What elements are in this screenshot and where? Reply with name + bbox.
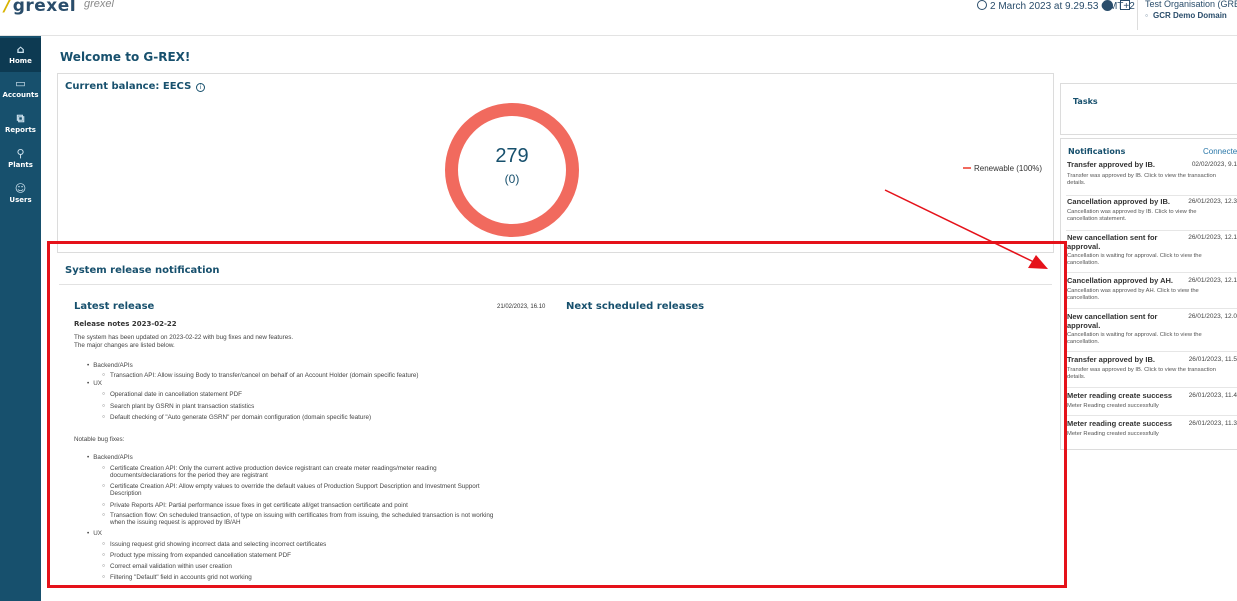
home-icon: ⌂: [16, 43, 25, 56]
notification-date: 26/01/2023, 11.5: [1188, 356, 1237, 363]
notification-item[interactable]: Meter reading create success 26/01/2023,…: [1066, 419, 1237, 444]
nav-users[interactable]: ☺ Users: [0, 177, 41, 211]
notification-date: 26/01/2023, 11.3: [1188, 420, 1237, 427]
tasks-card: [1060, 83, 1237, 135]
notification-item[interactable]: Transfer approved by IB. 26/01/2023, 11.…: [1066, 355, 1237, 388]
notification-title: Transfer approved by IB.: [1067, 160, 1155, 169]
notification-item[interactable]: Cancellation approved by AH. 26/01/2023,…: [1066, 276, 1237, 309]
notification-body: Meter Reading created successfully: [1067, 403, 1159, 409]
nav-accounts[interactable]: ▭ Accounts: [0, 72, 41, 106]
notification-date: 26/01/2023, 11.4: [1188, 392, 1237, 399]
nav-reports-label: Reports: [5, 126, 36, 134]
notifications-title: Notifications: [1068, 147, 1126, 156]
notification-date: 26/01/2023, 12.0: [1188, 313, 1237, 320]
folder-icon: ▭: [15, 77, 26, 90]
notification-date: 02/02/2023, 9.1: [1191, 161, 1237, 168]
notification-item[interactable]: Meter reading create success 26/01/2023,…: [1066, 391, 1237, 416]
nav-plants-label: Plants: [8, 161, 33, 169]
globe-icon[interactable]: [1102, 0, 1113, 11]
notification-title: New cancellation sent for approval.: [1067, 233, 1158, 251]
notification-title: Cancellation approved by AH.: [1067, 276, 1173, 285]
page-title: Welcome to G-REX!: [60, 50, 191, 64]
annotation-arrow-icon: [884, 189, 1048, 269]
plant-icon: ⚲: [16, 147, 25, 160]
notification-body: Cancellation is waiting for approval. Cl…: [1067, 332, 1202, 345]
nav-accounts-label: Accounts: [2, 91, 39, 99]
notification-date: 26/01/2023, 12.1: [1188, 277, 1237, 284]
notification-body: Transfer was approved by IB. Click to vi…: [1067, 173, 1216, 186]
notification-item[interactable]: Transfer approved by IB. 02/02/2023, 9.1…: [1066, 160, 1237, 196]
balance-value: 279: [495, 145, 529, 167]
window-icon[interactable]: [1120, 0, 1130, 10]
balance-title: Current balance: EECS i: [65, 81, 206, 92]
notification-title: New cancellation sent for approval.: [1067, 312, 1158, 330]
notification-item[interactable]: New cancellation sent for approval. 26/0…: [1066, 312, 1237, 352]
notification-item[interactable]: Cancellation approved by IB. 26/01/2023,…: [1066, 197, 1237, 231]
organisation-domain: GCR Demo Domain: [1145, 10, 1237, 22]
sidebar: ⌂ Home ▭ Accounts ⧉ Reports ⚲ Plants ☺ U…: [0, 36, 41, 601]
notification-body: Transfer was approved by IB. Click to vi…: [1067, 367, 1216, 380]
notification-title: Meter reading create success: [1067, 391, 1173, 400]
notification-body: Cancellation was approved by IB. Click t…: [1067, 209, 1197, 222]
nav-home-label: Home: [9, 57, 32, 65]
legend-swatch: [963, 167, 971, 169]
nav-home[interactable]: ⌂ Home: [0, 38, 41, 72]
notification-date: 26/01/2023, 12.3: [1188, 198, 1237, 205]
notification-body: Cancellation is waiting for approval. Cl…: [1067, 253, 1202, 266]
info-icon[interactable]: i: [196, 83, 206, 92]
balance-sub-value: (0): [504, 172, 520, 186]
organisation-name: Test Organisation (GREXEL/AS): [1145, 0, 1237, 9]
org-divider: [1137, 0, 1138, 30]
chart-legend: Renewable (100%): [963, 164, 1042, 173]
secondary-logo: grexel: [84, 0, 114, 10]
grexel-logo[interactable]: / grexel: [4, 0, 76, 16]
notification-date: 26/01/2023, 12.1: [1188, 234, 1237, 241]
clock-icon: [977, 0, 987, 10]
nav-plants[interactable]: ⚲ Plants: [0, 142, 41, 176]
notification-title: Transfer approved by IB.: [1067, 355, 1155, 364]
notification-title: Meter reading create success: [1067, 419, 1173, 428]
notification-title: Cancellation approved by IB.: [1067, 197, 1170, 206]
top-bar: / grexel grexel 2 March 2023 at 9.29.53 G…: [0, 0, 1237, 36]
balance-donut-chart: [445, 103, 579, 237]
connection-status: Connected: [1203, 147, 1237, 156]
logo-divider: [74, 0, 75, 10]
nav-users-label: Users: [9, 196, 32, 204]
notification-body: Cancellation was approved by AH. Click t…: [1067, 288, 1199, 301]
tasks-title: Tasks: [1073, 97, 1098, 106]
organisation-selector[interactable]: Test Organisation (GREXEL/AS) GCR Demo D…: [1145, 0, 1237, 22]
notification-body: Meter Reading created successfully: [1067, 431, 1159, 437]
user-icon: ☺: [14, 182, 27, 195]
report-icon: ⧉: [16, 112, 25, 125]
annotation-highlight-box: [47, 241, 1067, 588]
notification-item[interactable]: New cancellation sent for approval. 26/0…: [1066, 233, 1237, 273]
nav-reports[interactable]: ⧉ Reports: [0, 107, 41, 141]
